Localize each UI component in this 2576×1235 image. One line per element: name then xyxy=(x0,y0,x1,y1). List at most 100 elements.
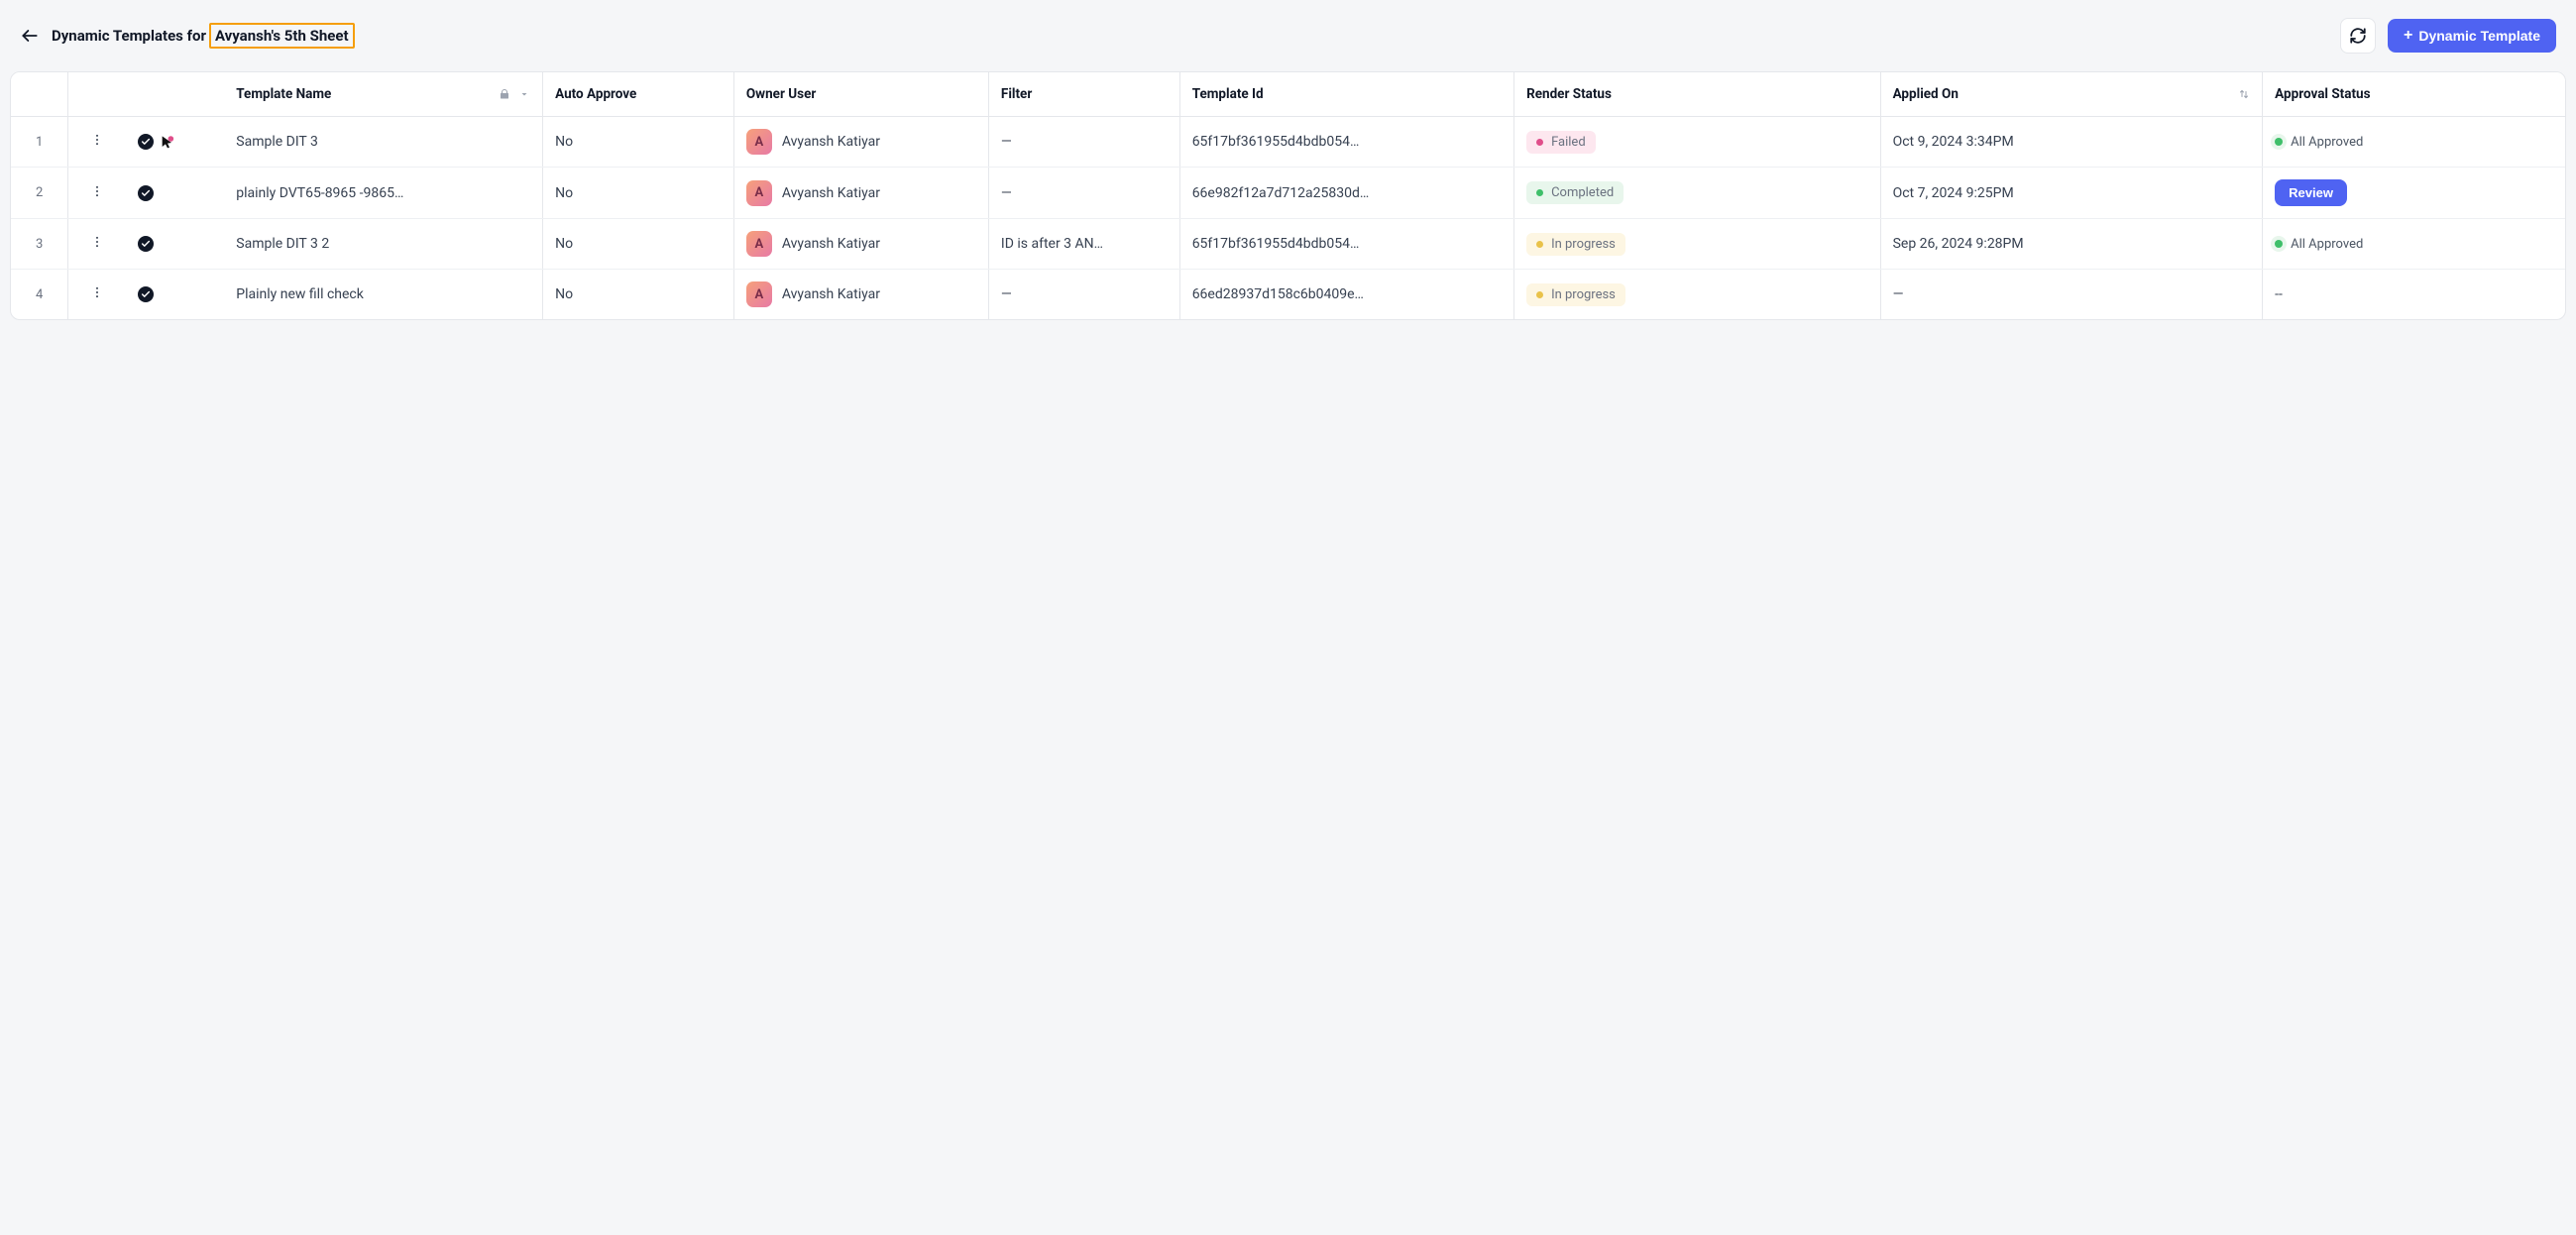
owner-name: Avyansh Katiyar xyxy=(782,185,880,201)
row-number: 1 xyxy=(11,117,68,168)
add-button-label: Dynamic Template xyxy=(2418,28,2540,44)
auto-approve-cell: No xyxy=(543,168,734,219)
row-menu-cell xyxy=(68,117,126,168)
render-status-cell: Failed xyxy=(1514,117,1881,168)
owner-name: Avyansh Katiyar xyxy=(782,134,880,150)
template-name-cell[interactable]: Sample DIT 3 2 xyxy=(224,219,542,270)
auto-approve-cell: No xyxy=(543,117,734,168)
filter-cell: ID is after 3 AN… xyxy=(988,219,1179,270)
table-row: 2 plainly DVT65-8965 -9865…No A Avyansh Kat… xyxy=(11,168,2565,219)
kebab-icon[interactable] xyxy=(90,133,104,147)
page-header: Dynamic Templates for Avyansh's 5th Shee… xyxy=(10,10,2566,71)
status-dot-icon xyxy=(1536,241,1543,248)
status-dot-icon xyxy=(1536,139,1543,146)
template-name-cell[interactable]: Sample DIT 3 xyxy=(224,117,542,168)
template-id-cell: 66ed28937d158c6b0409e… xyxy=(1179,270,1513,320)
owner-cell: A Avyansh Katiyar xyxy=(733,270,988,320)
row-number: 2 xyxy=(11,168,68,219)
col-header-number xyxy=(11,72,68,117)
col-header-applied-on[interactable]: Applied On xyxy=(1880,72,2263,117)
col-header-template-name[interactable]: Template Name xyxy=(224,72,542,117)
col-header-filter[interactable]: Filter xyxy=(988,72,1179,117)
filter-cell: — xyxy=(988,117,1179,168)
page-title-highlight: Avyansh's 5th Sheet xyxy=(209,23,355,49)
approval-status-cell: All Approved xyxy=(2263,219,2565,270)
lock-icon xyxy=(499,88,510,100)
owner-cell: A Avyansh Katiyar xyxy=(733,219,988,270)
kebab-icon[interactable] xyxy=(90,235,104,249)
approval-label: -- xyxy=(2275,286,2283,302)
avatar: A xyxy=(746,281,772,307)
status-dot-icon xyxy=(2275,240,2283,248)
render-status-pill: Failed xyxy=(1526,131,1596,154)
row-number: 3 xyxy=(11,219,68,270)
avatar: A xyxy=(746,180,772,206)
check-circle-icon xyxy=(138,134,154,150)
render-status-label: Failed xyxy=(1551,135,1586,150)
approval-status-cell: All Approved xyxy=(2263,117,2565,168)
render-status-label: In progress xyxy=(1551,237,1616,252)
applied-on-cell: Oct 7, 2024 9:25PM xyxy=(1880,168,2263,219)
review-button[interactable]: Review xyxy=(2275,179,2347,206)
col-header-approval-status[interactable]: Approval Status xyxy=(2263,72,2565,117)
status-dot-icon xyxy=(2275,138,2283,146)
col-header-render-status[interactable]: Render Status xyxy=(1514,72,1881,117)
status-dot-icon xyxy=(1536,189,1543,196)
row-status-icons xyxy=(126,117,225,168)
approval-status-cell: -- xyxy=(2263,270,2565,320)
render-status-label: Completed xyxy=(1551,185,1614,200)
filter-cell: — xyxy=(988,168,1179,219)
approval-status: All Approved xyxy=(2275,237,2363,252)
add-dynamic-template-button[interactable]: + Dynamic Template xyxy=(2388,19,2556,53)
approval-label: All Approved xyxy=(2291,237,2363,252)
auto-approve-cell: No xyxy=(543,270,734,320)
col-header-auto-approve[interactable]: Auto Approve xyxy=(543,72,734,117)
applied-on-cell: — xyxy=(1880,270,2263,320)
row-menu-cell xyxy=(68,168,126,219)
auto-approve-cell: No xyxy=(543,219,734,270)
kebab-icon[interactable] xyxy=(90,184,104,198)
status-dot-icon xyxy=(1536,291,1543,298)
kebab-icon[interactable] xyxy=(90,285,104,299)
page-title: Dynamic Templates for Avyansh's 5th Shee… xyxy=(52,23,355,49)
render-status-cell: In progress xyxy=(1514,219,1881,270)
template-name-cell[interactable]: Plainly new fill check xyxy=(224,270,542,320)
avatar: A xyxy=(746,231,772,257)
row-menu-cell xyxy=(68,219,126,270)
row-status-icons xyxy=(126,168,225,219)
row-menu-cell xyxy=(68,270,126,320)
table-row: 3 Sample DIT 3 2No A Avyansh Katiyar ID is a… xyxy=(11,219,2565,270)
table-row: 1 Sample DIT 3NoAAvyansh Katiyar—65f17bf3… xyxy=(11,117,2565,168)
approval-label: All Approved xyxy=(2291,135,2363,150)
filter-cell: — xyxy=(988,270,1179,320)
row-status-icons xyxy=(126,270,225,320)
page-title-prefix: Dynamic Templates for xyxy=(52,27,206,45)
chevron-down-icon xyxy=(518,88,530,100)
row-status-icons xyxy=(126,219,225,270)
owner-name: Avyansh Katiyar xyxy=(782,286,880,302)
row-number: 4 xyxy=(11,270,68,320)
col-header-menu xyxy=(68,72,126,117)
check-circle-icon xyxy=(138,185,154,201)
back-arrow-icon[interactable] xyxy=(20,26,40,46)
table-row: 4 Plainly new fill checkNo A Avyansh Katiya… xyxy=(11,270,2565,320)
applied-on-cell: Oct 9, 2024 3:34PM xyxy=(1880,117,2263,168)
template-id-cell: 65f17bf361955d4bdb054… xyxy=(1179,117,1513,168)
approval-status: All Approved xyxy=(2275,135,2363,150)
col-header-template-id[interactable]: Template Id xyxy=(1179,72,1513,117)
render-status-pill: Completed xyxy=(1526,181,1624,204)
col-header-owner[interactable]: Owner User xyxy=(733,72,988,117)
render-status-pill: In progress xyxy=(1526,283,1625,306)
owner-cell: AAvyansh Katiyar xyxy=(733,117,988,168)
owner-name: Avyansh Katiyar xyxy=(782,236,880,252)
template-id-cell: 65f17bf361955d4bdb054… xyxy=(1179,219,1513,270)
owner-cell: A Avyansh Katiyar xyxy=(733,168,988,219)
col-label: Template Name xyxy=(236,86,331,102)
render-status-cell: In progress xyxy=(1514,270,1881,320)
header-left: Dynamic Templates for Avyansh's 5th Shee… xyxy=(20,23,355,49)
col-header-status-icons xyxy=(126,72,225,117)
table-header-row: Template Name Auto Approve Owner User Fi… xyxy=(11,72,2565,117)
template-name-cell[interactable]: plainly DVT65-8965 -9865… xyxy=(224,168,542,219)
render-status-cell: Completed xyxy=(1514,168,1881,219)
refresh-button[interactable] xyxy=(2340,18,2376,54)
